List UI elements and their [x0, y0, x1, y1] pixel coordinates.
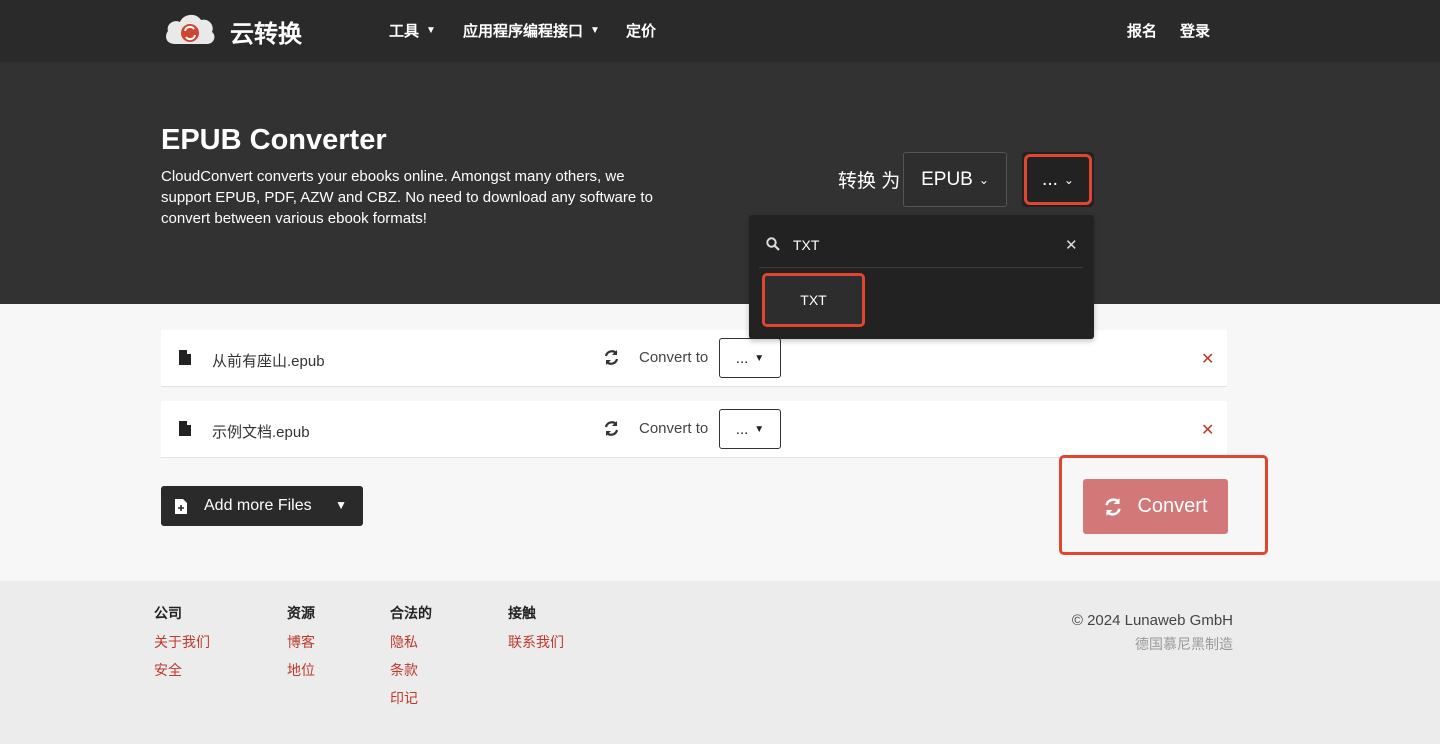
add-files-button[interactable]: Add more Files ▼	[161, 486, 363, 526]
file-target-select[interactable]: ... ▼	[719, 409, 781, 449]
add-files-label: Add more Files	[204, 497, 312, 514]
file-row: 示例文档.epub Convert to ... ▼ ✕	[161, 401, 1227, 458]
footer-link-blog[interactable]: 博客	[287, 632, 315, 652]
nav-pricing[interactable]: 定价	[626, 20, 656, 41]
footer-link-terms[interactable]: 条款	[390, 660, 432, 680]
footer-link-status[interactable]: 地位	[287, 660, 315, 680]
convert-to-label: 转换 为	[838, 171, 901, 192]
nav-api-label: 应用程序编程接口	[463, 23, 584, 40]
footer-link-imprint[interactable]: 印记	[390, 688, 432, 708]
footer-heading: 接触	[508, 605, 536, 621]
footer-heading: 资源	[287, 605, 315, 621]
highlight-frame	[1024, 154, 1092, 205]
convert-to-label: Convert to	[639, 420, 709, 437]
chevron-down-icon: ▼	[426, 25, 436, 36]
sync-icon	[604, 350, 619, 365]
file-target-value: ...	[735, 420, 749, 438]
file-name: 示例文档.epub	[212, 424, 310, 441]
file-target-select[interactable]: ... ▼	[719, 338, 781, 378]
divider	[759, 267, 1083, 268]
convert-to-label: Convert to	[639, 349, 709, 366]
footer-column-resources: 资源 博客 地位	[287, 603, 315, 688]
chevron-down-icon: ⌄	[978, 172, 989, 187]
convert-button[interactable]: Convert	[1083, 479, 1228, 534]
nav-login[interactable]: 登录	[1180, 20, 1210, 41]
close-icon[interactable]: ✕	[1065, 236, 1078, 254]
remove-file-icon[interactable]: ✕	[1201, 420, 1214, 440]
remove-file-icon[interactable]: ✕	[1201, 349, 1214, 369]
source-format-select[interactable]: EPUB ⌄	[903, 152, 1007, 207]
format-dropdown: ✕ TXT	[749, 215, 1094, 339]
cloud-logo-icon[interactable]	[163, 12, 217, 46]
chevron-down-icon: ▼	[754, 352, 765, 364]
chevron-down-icon: ▼	[590, 25, 600, 36]
search-icon	[766, 237, 780, 251]
footer-link-about[interactable]: 关于我们	[154, 632, 210, 652]
file-target-value: ...	[735, 349, 749, 367]
nav-signup[interactable]: 报名	[1127, 20, 1157, 41]
footer-heading: 合法的	[390, 605, 432, 621]
footer-column-company: 公司 关于我们 安全	[154, 603, 210, 688]
footer-heading: 公司	[154, 605, 182, 621]
made-in: 德国慕尼黑制造	[1135, 636, 1233, 652]
nav-api[interactable]: 应用程序编程接口 ▼	[463, 20, 600, 41]
source-format-value: EPUB	[921, 168, 973, 190]
footer-column-contact: 接触 联系我们	[508, 603, 564, 660]
nav-tools[interactable]: 工具 ▼	[389, 20, 436, 41]
chevron-down-icon: ▼	[335, 498, 347, 512]
format-search-input[interactable]	[793, 235, 1053, 255]
page-title: EPUB Converter	[161, 124, 387, 156]
copyright: © 2024 Lunaweb GmbH	[1071, 612, 1233, 629]
footer-link-contact[interactable]: 联系我们	[508, 632, 564, 652]
convert-label: Convert	[1137, 495, 1208, 517]
file-plus-icon	[175, 498, 187, 514]
chevron-down-icon: ▼	[754, 423, 765, 435]
refresh-icon	[1105, 497, 1122, 516]
file-icon	[179, 421, 191, 436]
sync-icon	[604, 421, 619, 436]
file-icon	[179, 350, 191, 365]
footer-link-privacy[interactable]: 隐私	[390, 632, 432, 652]
footer-link-security[interactable]: 安全	[154, 660, 210, 680]
page-description: CloudConvert converts your ebooks online…	[161, 168, 653, 227]
file-name: 从前有座山.epub	[212, 353, 325, 370]
format-option-txt[interactable]: TXT	[762, 273, 865, 327]
nav-tools-label: 工具	[389, 23, 420, 40]
footer: 公司 关于我们 安全 资源 博客 地位 合法的 隐私 条款 印记 接触 联系我们…	[0, 581, 1440, 744]
target-format-select[interactable]: ... ⌄	[1022, 152, 1094, 207]
brand-name[interactable]: 云转换	[230, 14, 302, 49]
footer-column-legal: 合法的 隐私 条款 印记	[390, 603, 432, 716]
